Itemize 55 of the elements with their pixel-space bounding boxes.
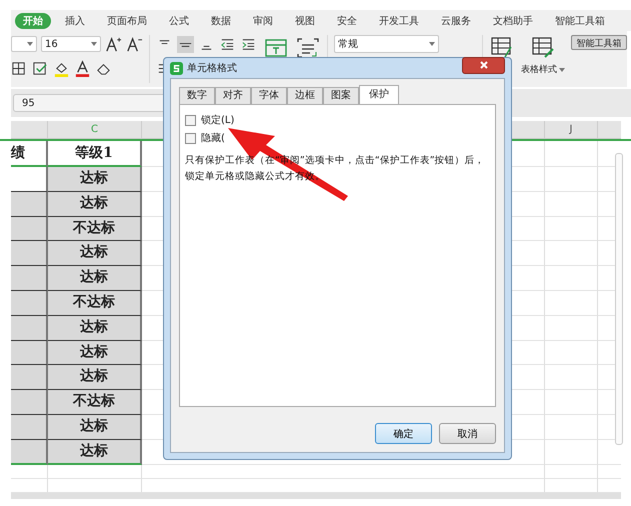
caret-icon [27, 42, 33, 46]
dialog-tab[interactable]: 图案 [323, 87, 359, 104]
dialog-tab[interactable]: 对齐 [215, 87, 251, 104]
table-cell: 达标 [48, 365, 142, 390]
number-format-dropdown[interactable]: 常规 [334, 35, 439, 53]
cancel-button[interactable]: 取消 [439, 423, 496, 444]
ribbon-tab[interactable]: 视图 [287, 12, 323, 28]
scrollbar[interactable] [615, 153, 623, 445]
caret-icon [559, 68, 565, 72]
ok-button[interactable]: 确定 [375, 423, 432, 444]
close-button[interactable] [462, 56, 505, 74]
checkbox-label: 隐藏( [201, 132, 225, 145]
dialog-tab[interactable]: 字体 [251, 87, 287, 104]
ribbon-tab[interactable]: 云服务 [433, 12, 479, 28]
ribbon-tab[interactable]: 智能工具箱 [547, 12, 613, 28]
checkbox[interactable] [185, 114, 196, 126]
format-icon[interactable] [32, 60, 49, 76]
ribbon-tab[interactable]: 页面布局 [99, 12, 155, 28]
toolbox-button[interactable]: 智能工具箱 [571, 35, 627, 50]
ribbon-tab[interactable]: 文档助手 [485, 12, 541, 28]
dialog-tab[interactable]: 保护 [359, 85, 399, 104]
table-cell: 达标 [48, 414, 142, 440]
table-cell: 达标 [48, 167, 142, 192]
ribbon-tab[interactable]: 数据 [203, 12, 239, 28]
caret-icon [429, 42, 435, 46]
table-cell: 不达标 [48, 290, 142, 316]
checkbox[interactable] [185, 132, 196, 144]
dialog-tab[interactable]: 数字 [179, 87, 215, 104]
table-cell: 达标 [48, 192, 142, 217]
font-color-icon[interactable] [74, 60, 91, 76]
table-style-button[interactable]: 表格样式 [521, 63, 565, 76]
table-cell: 达标 [48, 241, 142, 266]
dialog-tab[interactable]: 边框 [287, 87, 323, 104]
font-size-dropdown[interactable]: 16 [41, 36, 101, 52]
table-cell: 达标 [48, 316, 142, 341]
ribbon-tab[interactable]: 插入 [57, 12, 93, 28]
table-cell: 达标 [48, 266, 142, 291]
column-header[interactable]: J [545, 121, 598, 139]
ribbon-tab[interactable]: 审阅 [245, 12, 281, 28]
font-name-dropdown[interactable] [11, 36, 37, 52]
ribbon-tab[interactable]: 开发工具 [371, 12, 427, 28]
ribbon-tab[interactable]: 安全 [329, 12, 365, 28]
table-cell: 不达标 [48, 216, 142, 242]
checkbox-label: 锁定(L) [201, 114, 234, 127]
decrease-font-icon[interactable] [126, 36, 143, 52]
app-icon [170, 62, 183, 74]
caret-icon [91, 42, 97, 46]
close-icon [478, 60, 488, 70]
table-cell: 达标 [48, 340, 142, 366]
table-cell: 达标 [48, 440, 142, 465]
align-middle-icon[interactable] [177, 36, 194, 52]
dialog-title: 单元格格式 [187, 62, 238, 75]
ribbon-tab[interactable]: 公式 [161, 12, 197, 28]
increase-font-icon[interactable] [105, 36, 122, 52]
table-cell: 不达标 [48, 390, 142, 415]
